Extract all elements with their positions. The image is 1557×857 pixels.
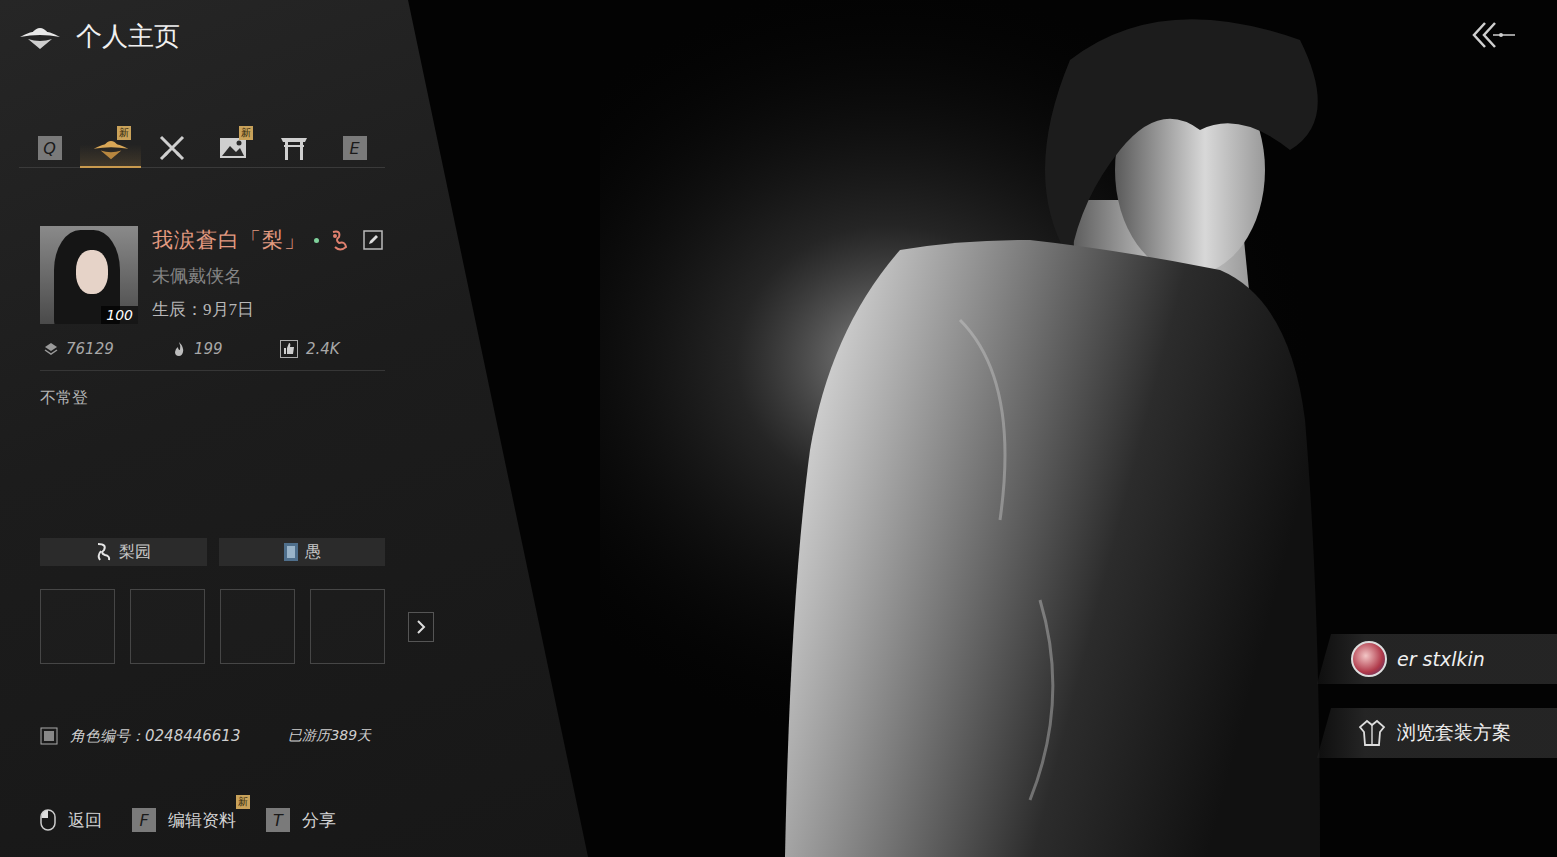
thumbs-up-icon bbox=[280, 340, 298, 358]
stat: 2.4K bbox=[280, 340, 340, 358]
new-badge: 新 bbox=[239, 126, 253, 140]
avatar: 100 bbox=[40, 226, 138, 324]
key-cap: F bbox=[132, 808, 156, 832]
online-dot bbox=[314, 238, 319, 243]
gate-icon bbox=[280, 135, 308, 161]
collection-slot[interactable] bbox=[220, 589, 295, 664]
edit-icon[interactable] bbox=[363, 230, 383, 250]
badge-icon bbox=[283, 542, 299, 562]
guild-icon bbox=[95, 542, 113, 562]
stat-value: 76129 bbox=[66, 340, 114, 358]
next-button[interactable] bbox=[408, 612, 434, 642]
stats-row: 76129 199 2.4K bbox=[40, 338, 385, 371]
chevron-right-icon bbox=[415, 620, 427, 634]
footer-action[interactable]: F编辑资料新 bbox=[132, 807, 236, 833]
crossed-swords-icon bbox=[157, 133, 187, 163]
key-cap: T bbox=[266, 808, 290, 832]
flame-icon bbox=[172, 341, 186, 357]
back-arrow-icon bbox=[1471, 20, 1517, 50]
role-info: 角色编号：0248446613 已游历389天 bbox=[40, 726, 600, 746]
player-chip[interactable]: er stxlkin bbox=[1317, 634, 1557, 684]
tab[interactable]: 新 bbox=[202, 130, 263, 168]
days-played: 已游历389天 bbox=[288, 727, 371, 745]
level-label: 100 bbox=[101, 306, 138, 324]
key-cap: Q bbox=[38, 136, 62, 160]
stat-value: 199 bbox=[194, 340, 223, 358]
title-label: 未佩戴侠名 bbox=[152, 264, 383, 288]
tab[interactable]: 新 bbox=[80, 130, 141, 168]
page-header: 个人主页 bbox=[18, 18, 600, 54]
profile-panel: 个人主页Q新新E100我涙蒼白「梨」未佩戴侠名生辰：9月7日761291992.… bbox=[0, 0, 600, 857]
stat-value: 2.4K bbox=[306, 340, 340, 358]
outfit-button[interactable]: 浏览套装方案 bbox=[1317, 708, 1557, 758]
key-cap: E bbox=[343, 136, 367, 160]
outfit-icon bbox=[1357, 718, 1387, 748]
tab-bar: Q新新E bbox=[19, 130, 385, 168]
signature: 不常登 bbox=[40, 387, 600, 409]
collection-slot[interactable] bbox=[130, 589, 205, 664]
tab[interactable]: Q bbox=[19, 130, 80, 168]
tag[interactable]: 愚 bbox=[219, 538, 386, 566]
tag[interactable]: 梨园 bbox=[40, 538, 207, 566]
footer-action[interactable]: T分享 bbox=[266, 807, 336, 833]
new-badge: 新 bbox=[117, 126, 131, 140]
tag-row: 梨园愚 bbox=[40, 538, 385, 566]
back-button[interactable] bbox=[1471, 20, 1517, 54]
tab[interactable] bbox=[141, 130, 202, 168]
character-stage: er stxlkin 浏览套装方案 bbox=[600, 0, 1557, 857]
role-id: 角色编号：0248446613 bbox=[70, 727, 240, 746]
profile-screen: 个人主页Q新新E100我涙蒼白「梨」未佩戴侠名生辰：9月7日761291992.… bbox=[0, 0, 1557, 857]
mouse-icon bbox=[40, 809, 56, 831]
pear-blossom-icon bbox=[327, 228, 351, 252]
tab[interactable] bbox=[263, 130, 324, 168]
collection-slot[interactable] bbox=[310, 589, 385, 664]
new-badge: 新 bbox=[236, 795, 250, 809]
collection-slot[interactable] bbox=[40, 589, 115, 664]
player-name: 我涙蒼白「梨」 bbox=[152, 226, 306, 254]
stat: 199 bbox=[172, 340, 280, 358]
document-icon bbox=[40, 727, 58, 745]
player-avatar bbox=[1351, 641, 1387, 677]
profile-card: 100 我涙蒼白「梨」未佩戴侠名生辰：9月7日 bbox=[40, 226, 600, 324]
page-title: 个人主页 bbox=[76, 19, 180, 54]
footer-action[interactable]: 返回 bbox=[40, 807, 102, 833]
stat: 76129 bbox=[44, 340, 172, 358]
tab[interactable]: E bbox=[324, 130, 385, 168]
action-bar: 返回 F编辑资料新 T分享 bbox=[40, 807, 600, 833]
slot-row bbox=[40, 589, 600, 664]
coin-icon bbox=[44, 342, 58, 356]
hat-logo-icon bbox=[18, 21, 62, 51]
birthday-label: 生辰：9月7日 bbox=[152, 298, 383, 321]
